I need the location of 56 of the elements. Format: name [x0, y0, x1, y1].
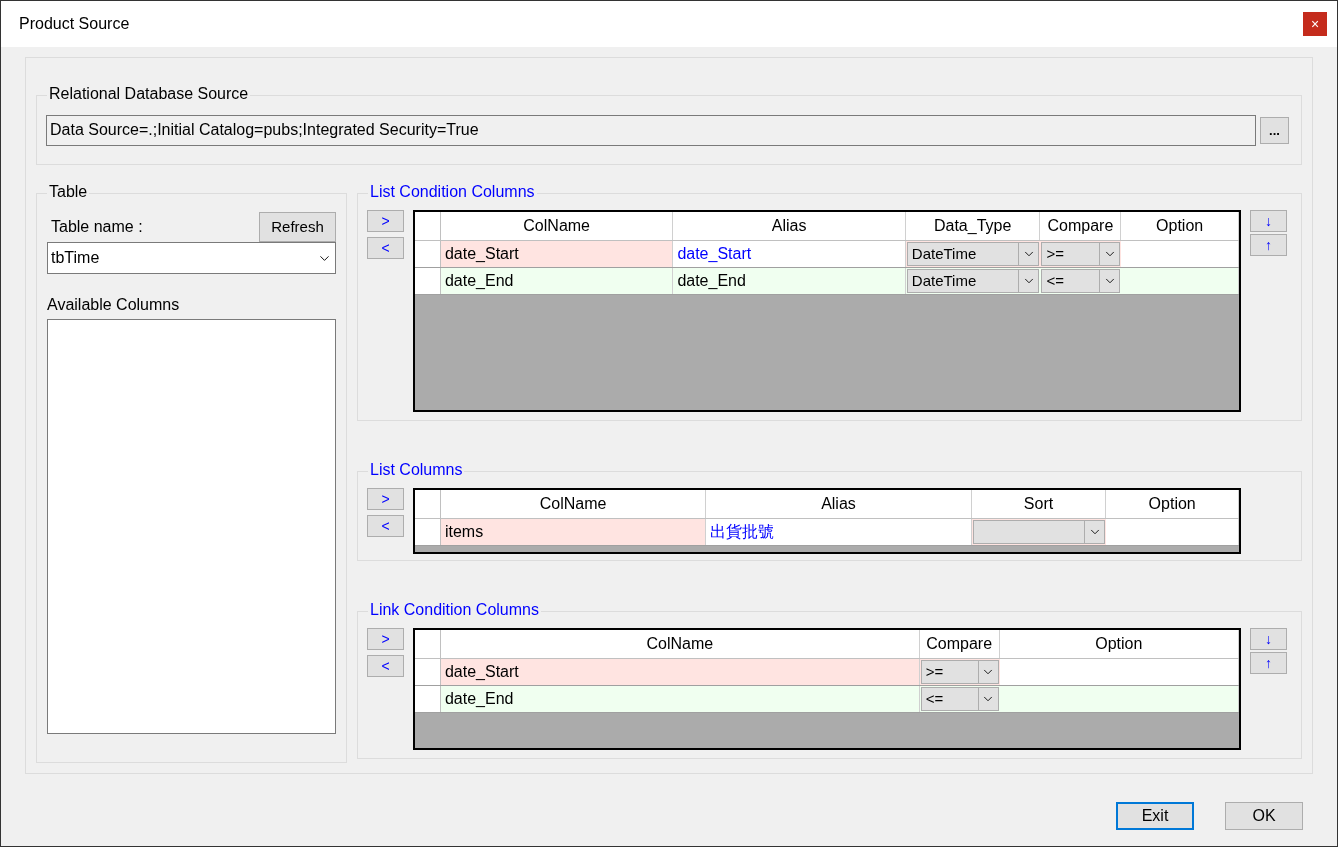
- add-button[interactable]: >: [367, 210, 404, 232]
- row-header[interactable]: [415, 686, 441, 712]
- dropdown[interactable]: DateTime: [906, 269, 1040, 293]
- table-cell: 出貨批號: [706, 519, 972, 545]
- dropdown[interactable]: <=: [920, 687, 999, 711]
- grid-row[interactable]: date_End <=: [415, 686, 1239, 713]
- dropdown[interactable]: <=: [1041, 269, 1121, 293]
- column-header[interactable]: ColName: [440, 630, 920, 658]
- browse-button[interactable]: ...: [1260, 116, 1289, 144]
- move-down-button[interactable]: ↓: [1250, 210, 1287, 232]
- column-header[interactable]: Option: [1121, 212, 1239, 240]
- row-header[interactable]: [415, 268, 441, 294]
- remove-button[interactable]: <: [367, 515, 404, 537]
- table-cell: date_Start: [673, 241, 906, 267]
- dialog-button[interactable]: OK: [1225, 802, 1303, 830]
- available-columns-list[interactable]: [47, 319, 336, 734]
- column-header[interactable]: ColName: [440, 212, 674, 240]
- connection-field[interactable]: Data Source=.;Initial Catalog=pubs;Integrated Security=True: [46, 114, 1256, 146]
- dropdown[interactable]: >=: [920, 660, 999, 684]
- column-header[interactable]: ColName: [440, 490, 707, 518]
- table-cell: date_End: [440, 686, 920, 712]
- table-select[interactable]: tbTime: [47, 242, 336, 274]
- table-name-label: Table name :: [50, 217, 143, 237]
- row-header[interactable]: [415, 241, 441, 267]
- add-button[interactable]: >: [367, 628, 404, 650]
- column-header[interactable]: Alias: [706, 490, 972, 518]
- dialog-button[interactable]: Exit: [1116, 802, 1194, 830]
- column-header[interactable]: Sort: [971, 490, 1107, 518]
- move-down-button[interactable]: ↓: [1250, 628, 1287, 650]
- grid-row[interactable]: date_Start date_Start DateTime >=: [415, 241, 1239, 268]
- available-columns-label: Available Columns: [47, 295, 181, 315]
- row-header[interactable]: [415, 519, 441, 545]
- add-button[interactable]: >: [367, 488, 404, 510]
- refresh-button[interactable]: Refresh: [259, 212, 336, 242]
- remove-button[interactable]: <: [367, 655, 404, 677]
- column-header[interactable]: Data_Type: [905, 212, 1041, 240]
- close-button[interactable]: ×: [1303, 12, 1327, 36]
- table-cell: date_End: [440, 268, 674, 294]
- dropdown[interactable]: >=: [1041, 242, 1121, 266]
- column-header[interactable]: Option: [999, 630, 1239, 658]
- grid-row[interactable]: items 出貨批號: [415, 519, 1239, 546]
- move-up-button[interactable]: ↑: [1250, 652, 1287, 674]
- window-title: Product Source: [19, 14, 130, 34]
- dropdown[interactable]: DateTime: [906, 242, 1040, 266]
- column-header[interactable]: Alias: [673, 212, 906, 240]
- remove-button[interactable]: <: [367, 237, 404, 259]
- table-cell: date_End: [673, 268, 906, 294]
- column-header[interactable]: Compare: [919, 630, 1000, 658]
- row-header[interactable]: [415, 659, 441, 685]
- dropdown[interactable]: [972, 520, 1106, 544]
- grid-row[interactable]: date_Start >=: [415, 659, 1239, 686]
- table-cell: date_Start: [440, 659, 920, 685]
- move-up-button[interactable]: ↑: [1250, 234, 1287, 256]
- column-header[interactable]: Compare: [1040, 212, 1122, 240]
- column-header[interactable]: Option: [1106, 490, 1239, 518]
- grid-row[interactable]: date_End date_End DateTime <=: [415, 268, 1239, 295]
